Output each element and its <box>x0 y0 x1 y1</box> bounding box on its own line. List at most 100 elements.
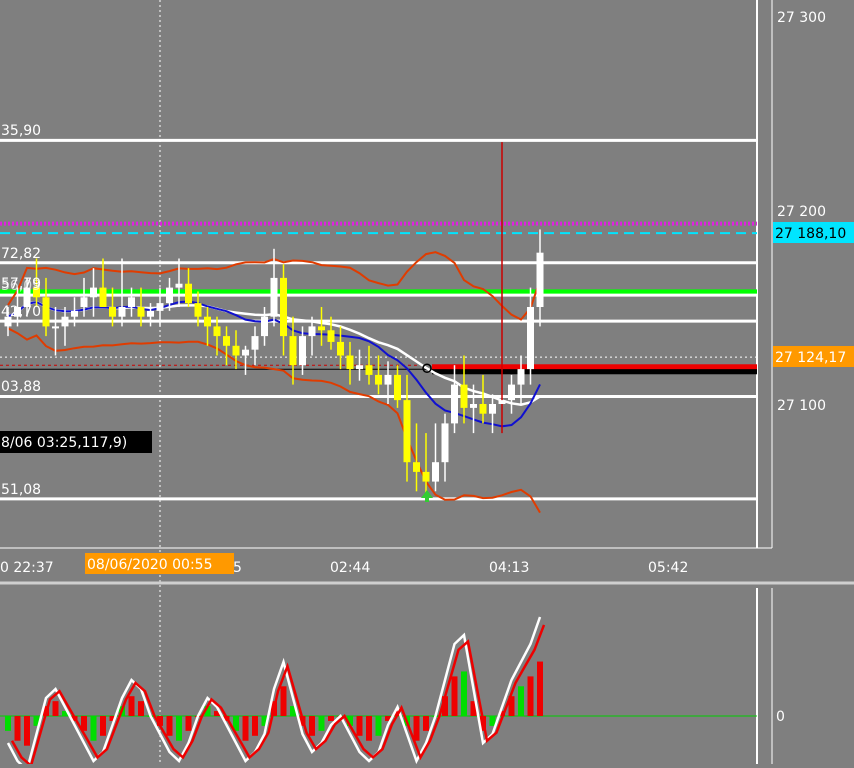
candle-body <box>527 307 534 370</box>
candle-body <box>52 326 59 329</box>
candle-body <box>213 326 221 337</box>
candle-body <box>536 252 544 307</box>
candle-body <box>194 303 202 317</box>
osc-histogram-bar <box>328 716 334 721</box>
osc-histogram-bar <box>138 701 144 716</box>
price-tick-27300: 27 300 <box>777 10 826 26</box>
candle-body <box>460 384 468 408</box>
osc-histogram-bar <box>185 716 192 731</box>
oscillator <box>0 616 757 768</box>
candle-body <box>403 400 411 463</box>
candle-body <box>489 404 496 414</box>
time-tag: 08/06/2020 00:55 <box>87 557 213 573</box>
candle-body <box>318 326 325 331</box>
trading-chart[interactable]: 35,90 72,82 57,79 56,09 42,70 03,88 51,0… <box>0 0 854 768</box>
price-axis-labels: 27 300 27 200 27 100 27 188,10 27 124,17 <box>773 10 854 414</box>
black-zone <box>432 369 757 375</box>
osc-histogram-bar <box>100 716 106 736</box>
grid <box>0 0 854 764</box>
osc-histogram-bar <box>461 671 467 716</box>
level-label-4: 42,70 <box>1 304 41 320</box>
candle-body <box>61 316 69 327</box>
candle-body <box>337 341 344 356</box>
candle-body <box>517 369 525 385</box>
candle-body <box>346 355 354 370</box>
candle-body <box>299 336 306 366</box>
osc-histogram-bar <box>366 716 372 741</box>
osc-histogram-bar <box>518 686 524 716</box>
candle-body <box>270 277 278 317</box>
candle-body <box>99 287 107 307</box>
osc-histogram-bar <box>423 716 429 731</box>
osc-zero-label: 0 <box>776 709 785 725</box>
osc-histogram-bar <box>5 716 11 731</box>
crosshair-readout: 8/06 03:25,117,9) <box>0 431 152 453</box>
candle-body <box>118 307 126 317</box>
osc-histogram-bar <box>52 701 59 716</box>
osc-histogram-bar <box>451 676 458 716</box>
osc-histogram-bar <box>375 716 382 736</box>
candle-body <box>42 297 50 327</box>
time-tick-5: 05:42 <box>648 560 688 576</box>
candle-body <box>232 345 240 356</box>
osc-histogram-bar <box>356 716 363 736</box>
candle-body <box>394 374 401 401</box>
osc-histogram-bar <box>176 716 182 741</box>
time-tick-1: 0 22:37 <box>0 560 54 576</box>
time-tick-3: 02:44 <box>330 560 370 576</box>
level-label-1: 35,90 <box>1 123 41 139</box>
osc-histogram-bar <box>318 716 325 731</box>
level-label-5: 03,88 <box>1 379 41 395</box>
candle-body <box>175 283 183 288</box>
candle-body <box>166 287 173 304</box>
price-tick-27100: 27 100 <box>777 398 826 414</box>
osc-histogram-bar <box>252 716 258 736</box>
price-tick-27200: 27 200 <box>777 204 826 220</box>
candle-body <box>71 310 78 317</box>
osc-histogram-bar <box>242 716 249 741</box>
candle-body <box>147 310 154 317</box>
candle-body <box>251 336 259 350</box>
candle-body <box>242 349 249 356</box>
candle-body <box>261 316 268 337</box>
candle-body <box>185 283 192 304</box>
candle-body <box>375 374 382 385</box>
crosshair-readout-text: 8/06 03:25,117,9) <box>1 435 127 451</box>
osc-histogram-bar <box>24 716 30 746</box>
level-label-3b: 56,09 <box>1 278 41 294</box>
candle-body <box>280 277 287 337</box>
orange-price-tag: 27 124,17 <box>775 350 846 366</box>
candle-body <box>422 471 430 482</box>
candle-body <box>356 365 363 370</box>
candle-body <box>432 462 439 482</box>
osc-histogram-bar <box>527 676 534 716</box>
candle-body <box>156 303 164 311</box>
candle-body <box>508 384 515 401</box>
osc-histogram-bar <box>166 716 173 736</box>
red-zone <box>432 364 757 370</box>
level-label-6: 51,08 <box>1 482 41 498</box>
candle-body <box>204 316 211 327</box>
candle-body <box>80 297 88 307</box>
candle-body <box>90 287 97 298</box>
candle-body <box>441 423 449 463</box>
osc-histogram-bar <box>90 716 97 741</box>
candle-body <box>470 404 477 408</box>
candle-body <box>451 384 458 424</box>
cyan-price-tag: 27 188,10 <box>775 226 846 242</box>
osc-histogram-bar <box>413 716 420 741</box>
osc-histogram-bar <box>128 696 135 716</box>
chart-canvas[interactable]: 35,90 72,82 57,79 56,09 42,70 03,88 51,0… <box>0 0 854 768</box>
time-axis-labels: 0 22:37 5 02:44 04:13 05:42 08/06/2020 0… <box>0 553 688 576</box>
level-label-2: 72,82 <box>1 246 41 262</box>
candle-body <box>289 336 297 366</box>
time-tick-2: 5 <box>233 560 242 576</box>
bollinger-lower <box>7 327 541 514</box>
candle-body <box>137 307 145 317</box>
candle-body <box>365 365 373 375</box>
osc-histogram-bar <box>280 686 287 716</box>
candle-body <box>128 297 135 307</box>
candle-body <box>327 330 335 342</box>
candle-body <box>413 462 420 472</box>
candle-body <box>109 307 116 317</box>
